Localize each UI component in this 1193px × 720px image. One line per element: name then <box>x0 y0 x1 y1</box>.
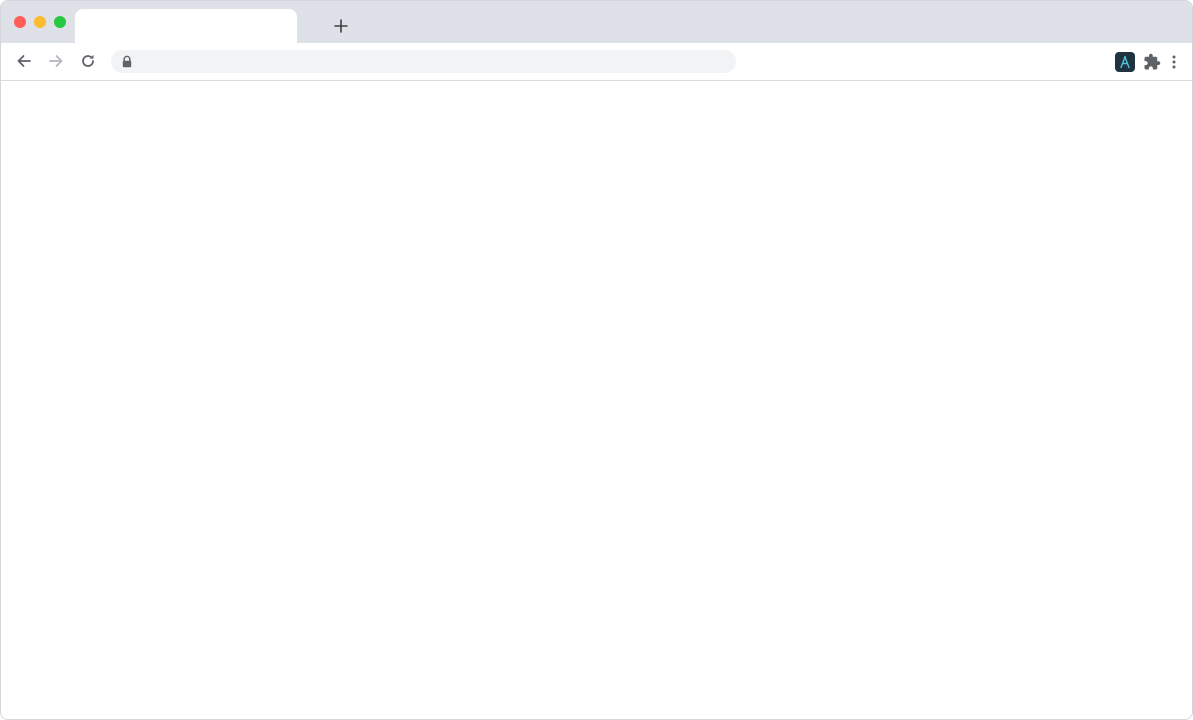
new-tab-button[interactable] <box>329 14 353 38</box>
tab-strip <box>1 1 1192 43</box>
minimize-window-button[interactable] <box>34 16 46 28</box>
browser-toolbar <box>1 43 1192 81</box>
letter-a-app-icon <box>1120 56 1130 69</box>
forward-button[interactable] <box>44 49 68 73</box>
browser-menu-button[interactable] <box>1166 51 1182 73</box>
reload-icon <box>82 54 94 67</box>
arrow-right-icon <box>49 55 63 67</box>
url-input[interactable] <box>141 50 721 73</box>
extension-app-button[interactable] <box>1115 52 1135 72</box>
reload-button[interactable] <box>76 49 100 73</box>
vertical-dots-icon <box>1172 55 1176 69</box>
arrow-left-icon <box>17 55 31 67</box>
plus-icon <box>334 19 348 33</box>
address-bar[interactable] <box>111 50 736 73</box>
close-window-button[interactable] <box>14 16 26 28</box>
extensions-button[interactable] <box>1141 51 1163 73</box>
browser-window <box>0 0 1193 720</box>
tab-active[interactable] <box>75 9 297 43</box>
maximize-window-button[interactable] <box>54 16 66 28</box>
back-button[interactable] <box>12 49 36 73</box>
puzzle-piece-icon <box>1144 53 1161 70</box>
page-viewport <box>1 81 1192 719</box>
lock-icon <box>122 55 132 68</box>
